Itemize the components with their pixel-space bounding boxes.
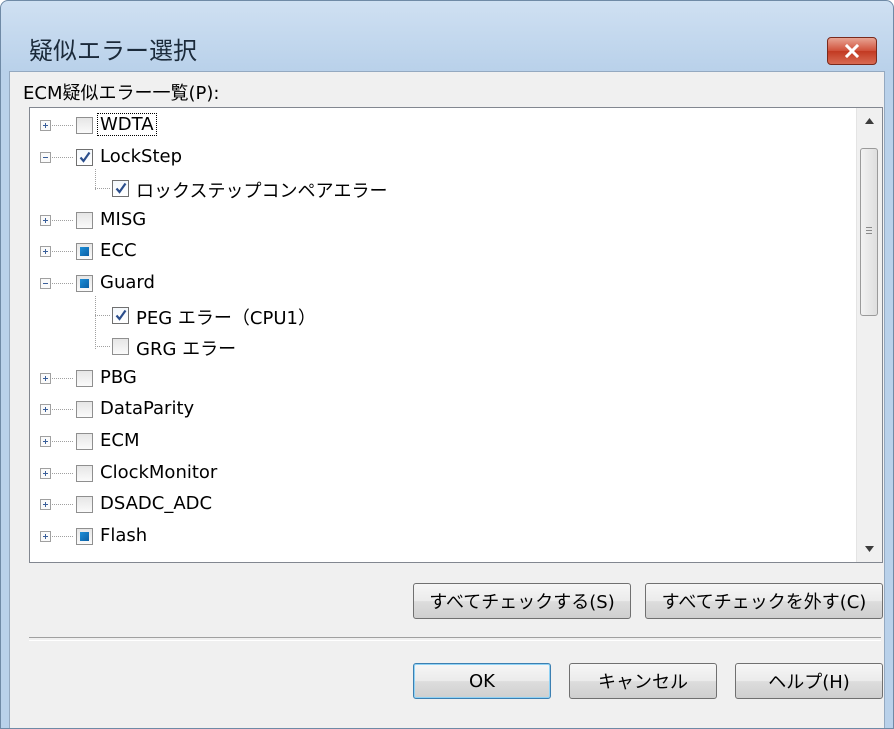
tree-item-label: PEG エラー（CPU1） <box>136 307 316 329</box>
dialog-separator <box>29 637 881 641</box>
cancel-button[interactable]: キャンセル <box>569 663 717 699</box>
tree-checkbox[interactable] <box>76 527 93 545</box>
tree-item[interactable]: Flash <box>30 521 850 551</box>
plus-expander-icon[interactable] <box>40 467 51 479</box>
checkmark-icon <box>115 183 127 194</box>
tree-item-label: ロックステップコンペアエラー <box>136 181 388 203</box>
tree-item[interactable]: GRG エラー <box>30 331 850 361</box>
tree-item-label: DSADC_ADC <box>100 493 213 515</box>
tree-connector-line <box>95 188 111 190</box>
tree-item[interactable]: Guard <box>30 268 850 298</box>
tree-item-label: PBG <box>100 366 137 388</box>
scroll-down-arrow-icon <box>865 546 874 552</box>
close-icon <box>844 44 860 58</box>
tree-item[interactable]: ECC <box>30 236 850 266</box>
thumb-grip-line <box>866 227 872 228</box>
tree-item[interactable]: MISG <box>30 205 850 235</box>
tree-item[interactable]: PEG エラー（CPU1） <box>30 300 850 330</box>
tree-checkbox[interactable] <box>76 211 93 229</box>
scroll-thumb[interactable] <box>860 148 878 316</box>
tree-item-label: MISG <box>100 208 147 230</box>
tree-item[interactable]: PBG <box>30 363 850 393</box>
scroll-down-button[interactable] <box>857 538 882 560</box>
dialog-window: 疑似エラー選択 ECM疑似エラー一覧(P): WDTA LockStep ロックステ… <box>0 0 894 729</box>
checkmark-icon <box>115 309 127 321</box>
tree-item[interactable]: ロックステップコンペアエラー <box>30 173 850 203</box>
tree-item-label: ClockMonitor <box>100 461 218 483</box>
tree-checkbox[interactable] <box>112 180 129 198</box>
tree-item[interactable]: DSADC_ADC <box>30 489 850 519</box>
tree-checkbox[interactable] <box>76 275 93 292</box>
error-list-label: ECM疑似エラー一覧(P): <box>23 83 220 104</box>
tree-checkbox[interactable] <box>76 433 93 450</box>
error-tree-view[interactable]: WDTA LockStep ロックステップコンペアエラー MISG ECC Guard PE… <box>29 107 883 563</box>
tree-item[interactable]: ClockMonitor <box>30 458 850 488</box>
tree-connector-line <box>52 251 74 253</box>
checkmark-icon <box>79 151 91 163</box>
title-bar[interactable]: 疑似エラー選択 <box>1 1 893 81</box>
plus-expander-icon[interactable] <box>40 120 51 131</box>
plus-expander-icon[interactable] <box>40 436 51 447</box>
tree-connector-line <box>52 125 74 126</box>
check-all-button[interactable]: すべてチェックする(S) <box>413 583 631 619</box>
tree-checkbox[interactable] <box>112 306 129 324</box>
tree-checkbox[interactable] <box>76 117 93 134</box>
plus-expander-icon[interactable] <box>40 530 51 542</box>
tree-connector-line <box>52 283 74 284</box>
tree-item-label: Flash <box>100 524 148 546</box>
scroll-up-arrow-icon <box>865 118 874 124</box>
tree-item-label: DataParity <box>100 398 195 420</box>
minus-expander-icon[interactable] <box>40 151 51 163</box>
tree-connector-line <box>52 409 74 411</box>
tree-item-label: ECM <box>100 430 140 451</box>
tree-item[interactable]: ECM <box>30 426 850 456</box>
help-button[interactable]: ヘルプ(H) <box>735 663 883 699</box>
uncheck-all-button[interactable]: すべてチェックを外す(C) <box>645 583 883 619</box>
tree-checkbox[interactable] <box>112 338 129 356</box>
plus-expander-icon[interactable] <box>40 499 51 511</box>
plus-expander-icon[interactable] <box>40 214 51 226</box>
tree-connector-line <box>95 314 111 316</box>
close-button[interactable] <box>827 37 877 65</box>
minus-expander-icon[interactable] <box>40 278 51 289</box>
tree-connector-line <box>52 535 74 537</box>
ok-button[interactable]: OK <box>413 663 551 699</box>
thumb-grip-line <box>866 233 872 234</box>
tree-checkbox[interactable] <box>76 243 93 261</box>
tree-connector-line <box>52 219 74 221</box>
window-title: 疑似エラー選択 <box>29 37 197 65</box>
tree-checkbox[interactable] <box>76 496 93 514</box>
tree-item-label: WDTA <box>97 113 157 136</box>
tree-item-label: ECC <box>100 240 137 262</box>
tree-item[interactable]: LockStep <box>30 142 850 172</box>
tree-checkbox[interactable] <box>76 401 93 419</box>
tree-connector-line <box>52 156 74 158</box>
tree-connector-line <box>52 504 74 506</box>
tree-item-label: LockStep <box>100 145 183 167</box>
tree-item[interactable]: DataParity <box>30 394 850 424</box>
tree-connector-line <box>52 472 74 474</box>
thumb-grip-line <box>866 230 872 231</box>
tree-checkbox[interactable] <box>76 464 93 482</box>
tree-connector-line <box>52 377 74 379</box>
tree-scrollbar[interactable] <box>856 108 882 562</box>
tree-connector-line <box>95 346 111 348</box>
plus-expander-icon[interactable] <box>40 372 51 384</box>
tree-item-label: Guard <box>100 272 155 293</box>
tree-checkbox[interactable] <box>76 369 93 387</box>
tree-item[interactable]: WDTA <box>30 110 850 140</box>
plus-expander-icon[interactable] <box>40 404 51 416</box>
tree-item-label: GRG エラー <box>136 339 237 361</box>
plus-expander-icon[interactable] <box>40 246 51 258</box>
scroll-up-button[interactable] <box>857 110 882 132</box>
tree-connector-line <box>52 441 74 442</box>
tree-checkbox[interactable] <box>76 148 93 166</box>
